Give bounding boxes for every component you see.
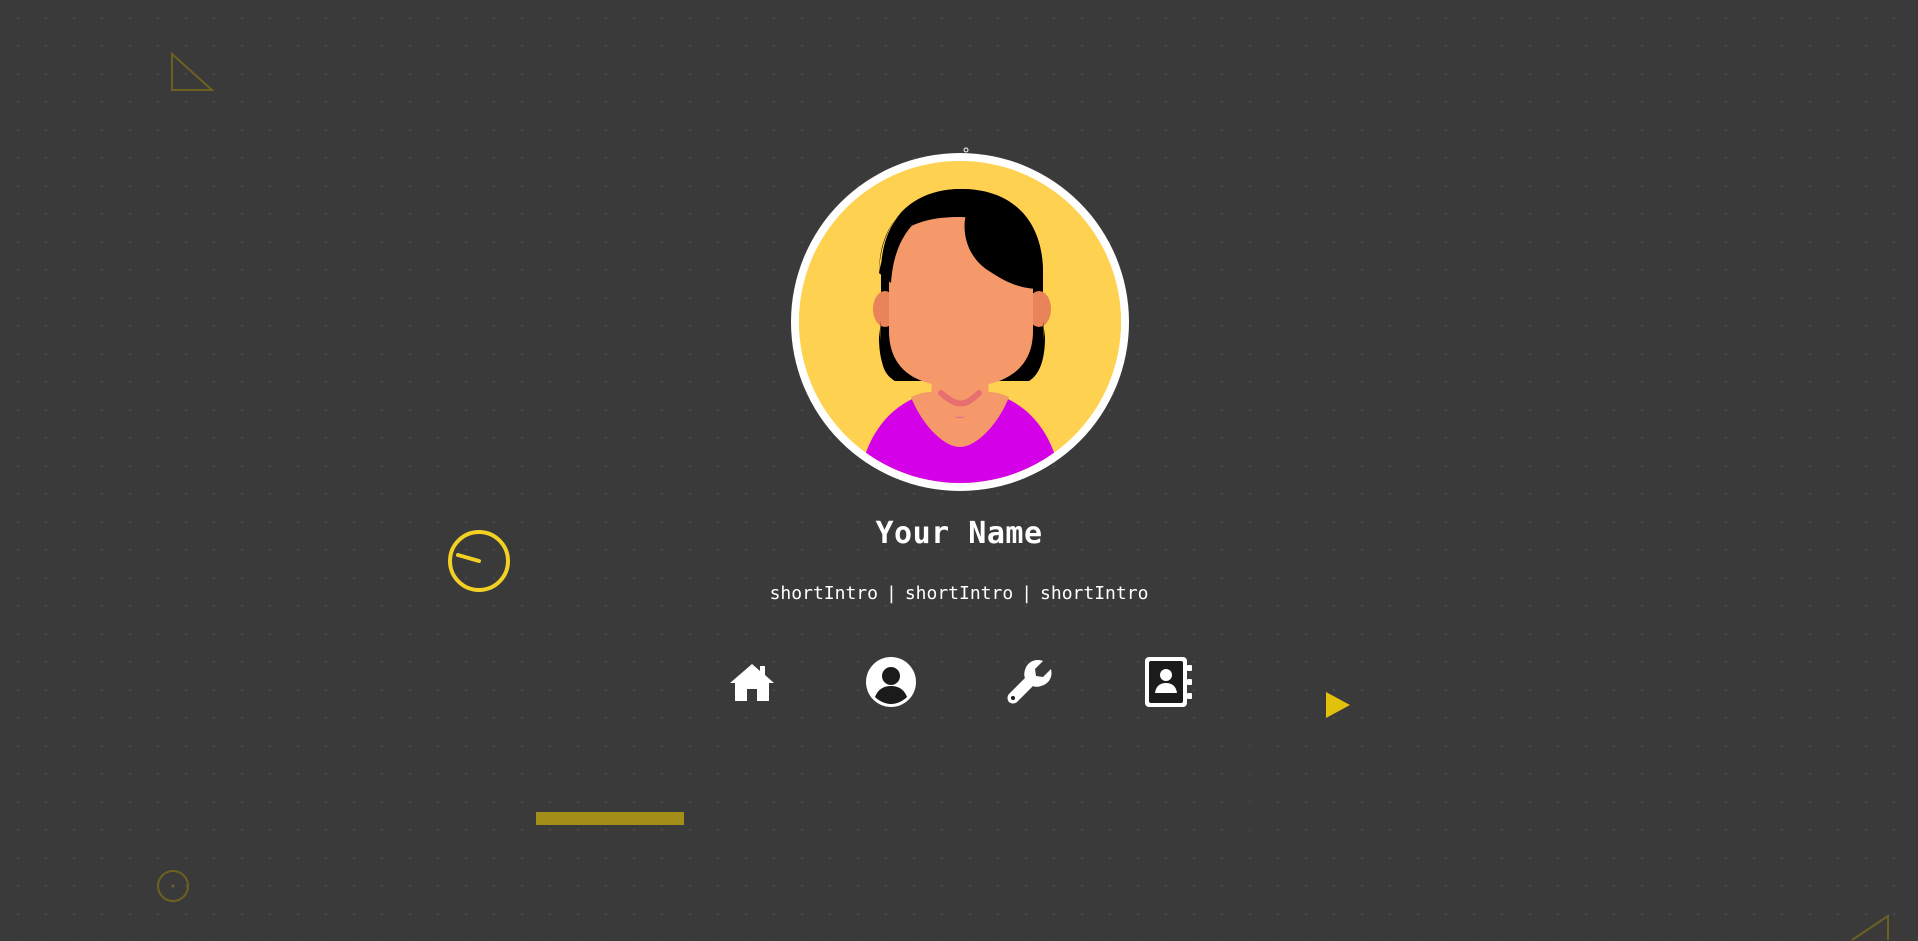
nav-home-button[interactable] [722,652,782,712]
intro-separator: | [885,583,897,604]
profile-name: Your Name [875,516,1043,551]
intro-item: shortIntro [904,583,1014,604]
address-book-icon [1145,657,1192,707]
profile-avatar [791,153,1129,491]
nav-contact-button[interactable] [1138,652,1198,712]
deco-small-circle [157,870,189,902]
intro-separator: | [1021,583,1033,604]
avatar-illustration-icon [799,161,1121,483]
deco-triangle-top-left [171,51,215,91]
profile-intro: shortIntro | shortIntro | shortIntro [0,583,1918,604]
intro-item: shortIntro [1040,583,1149,604]
icon-nav [0,652,1918,712]
home-icon [730,664,774,701]
deco-triangle-bottom-right [1851,914,1889,941]
portfolio-page: Your Name shortIntro | shortIntro | shortInt… [0,0,1918,941]
intro-item: shortIntro [769,583,878,604]
deco-yellow-bar [536,812,684,825]
deco-square-outline-left [480,126,674,308]
user-circle-icon [866,657,916,707]
deco-square-outline-right [1134,741,1250,851]
nav-skills-button[interactable] [1000,652,1060,712]
wrench-icon [1007,660,1052,704]
nav-about-button[interactable] [861,652,921,712]
